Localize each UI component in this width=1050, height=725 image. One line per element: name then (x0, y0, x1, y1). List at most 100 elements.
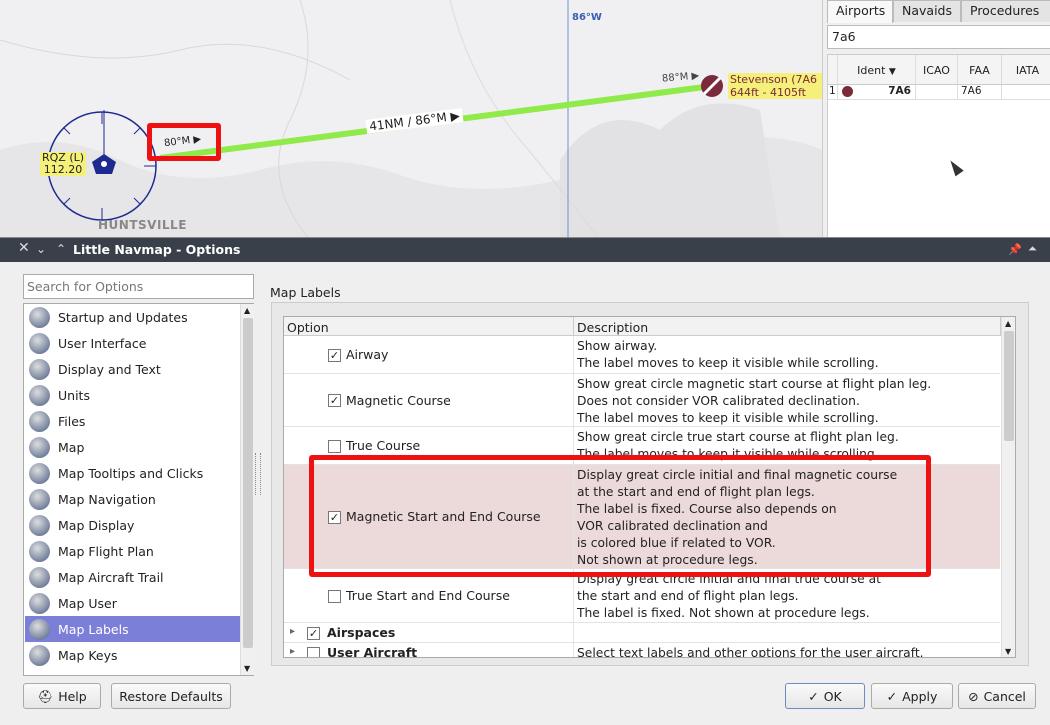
option-label: Magnetic Course (346, 392, 451, 408)
category-item-map[interactable]: Map (25, 434, 240, 460)
ok-button[interactable]: ✓ OK (785, 683, 865, 709)
option-row-airspaces[interactable]: ▸ ✓ Airspaces (284, 623, 1000, 643)
scroll-up-icon[interactable]: ▲ (244, 306, 250, 315)
splitter-handle[interactable] (255, 453, 261, 495)
cancel-button[interactable]: ⊘ Cancel (958, 683, 1036, 709)
search-panel: Airports Navaids Procedures 7a6 Ident ▼ … (822, 0, 1050, 244)
category-item-map-user[interactable]: Map User (25, 590, 240, 616)
option-row-user-aircraft[interactable]: ▸ User Aircraft Select text labels and oth… (284, 643, 1000, 658)
result-row-ident[interactable]: 7A6 (838, 85, 916, 100)
vor-label: RQZ (L) 112.20 (40, 152, 87, 176)
option-label: Airway (346, 347, 389, 362)
scroll-down-icon[interactable]: ▼ (244, 664, 250, 673)
minimize-icon[interactable]: ⌄ (36, 242, 46, 256)
option-description: Show great circle magnetic start course … (577, 377, 932, 425)
option-description: Select text labels and other options for… (577, 646, 924, 658)
option-checkbox[interactable]: ✓ (328, 394, 341, 407)
restore-defaults-button[interactable]: Restore Defaults (111, 683, 231, 709)
result-row-iata[interactable] (1002, 85, 1050, 100)
close-icon[interactable]: ✕ (18, 240, 30, 256)
option-description: Show airway. The label moves to keep it … (577, 339, 879, 370)
dialog-titlebar[interactable]: ✕ ⌄ ⌃ Little Navmap - Options 📌 ⏶ (0, 238, 1050, 262)
option-label: User Aircraft (327, 645, 418, 658)
options-search-input[interactable]: Search for Options (23, 274, 254, 299)
category-label: Map Keys (58, 648, 118, 663)
map-flight-plan-icon (29, 541, 50, 562)
cancel-icon: ⊘ (968, 689, 979, 704)
option-checkbox[interactable] (328, 589, 341, 603)
airport-label[interactable]: Stevenson (7A6 644ft - 4105ft (728, 73, 822, 99)
map-keys-icon (29, 645, 50, 666)
category-item-map-keys[interactable]: Map Keys (25, 642, 240, 668)
map-user-icon (29, 593, 50, 614)
map-navigation-icon (29, 489, 50, 510)
col-description-header[interactable]: Description (574, 317, 1001, 336)
highlight-box-option (309, 455, 931, 577)
scrollbar-thumb[interactable] (1004, 331, 1014, 441)
vor-frequency: 112.20 (43, 163, 83, 176)
category-item-map-labels[interactable]: Map Labels (25, 616, 240, 642)
category-item-map-flight-plan[interactable]: Map Flight Plan (25, 538, 240, 564)
section-title: Map Labels (270, 285, 341, 300)
col-icao-header[interactable]: ICAO (916, 55, 958, 85)
tab-airports[interactable]: Airports (827, 0, 893, 23)
option-checkbox[interactable]: ✓ (328, 348, 341, 362)
sort-down-icon: ▼ (888, 67, 896, 77)
category-item-map-aircraft-trail[interactable]: Map Aircraft Trail (25, 564, 240, 590)
display-and-text-icon (29, 359, 50, 380)
apply-button[interactable]: ✓ Apply (871, 683, 953, 709)
category-item-user-interface[interactable]: User Interface (25, 330, 240, 356)
row-number-header (828, 55, 838, 85)
col-option-header[interactable]: Option (284, 317, 574, 336)
option-row-airway[interactable]: ✓ Airway Show airway. The label moves to k… (284, 336, 1000, 374)
pin-icon[interactable]: 📌 (1008, 243, 1022, 256)
help-button[interactable]: ⛑ Help (23, 683, 101, 709)
category-item-map-tooltips-and-clicks[interactable]: Map Tooltips and Clicks (25, 460, 240, 486)
airport-search-input[interactable]: 7a6 (827, 25, 1050, 49)
col-iata-header[interactable]: IATA (1002, 55, 1050, 85)
category-item-map-navigation[interactable]: Map Navigation (25, 486, 240, 512)
tree-scrollbar[interactable]: ▲ ▼ (1001, 317, 1015, 657)
result-row-icao[interactable] (916, 85, 958, 100)
category-item-files[interactable]: Files (25, 408, 240, 434)
maximize-icon[interactable]: ⌃ (56, 242, 66, 256)
option-checkbox[interactable]: ✓ (307, 626, 320, 640)
airport-icon (842, 86, 853, 97)
check-icon: ✓ (808, 689, 819, 704)
option-row-true-start-and-end-course[interactable]: True Start and End Course Display great c… (284, 569, 1000, 623)
highlight-box-map (147, 123, 221, 161)
category-label: Map Tooltips and Clicks (58, 466, 204, 481)
option-checkbox[interactable] (307, 646, 320, 657)
category-label: User Interface (58, 336, 147, 351)
category-item-display-and-text[interactable]: Display and Text (25, 356, 240, 382)
option-label: Airspaces (327, 625, 396, 640)
map-tooltips-and-clicks-icon (29, 463, 50, 484)
tab-navaids[interactable]: Navaids (893, 0, 961, 22)
category-label: Map (58, 440, 85, 455)
col-faa-header[interactable]: FAA (958, 55, 1002, 85)
category-item-startup-and-updates[interactable]: Startup and Updates (25, 304, 240, 330)
result-row-faa[interactable]: 7A6 (958, 85, 1002, 100)
category-item-map-display[interactable]: Map Display (25, 512, 240, 538)
option-checkbox[interactable] (328, 439, 341, 453)
scrollbar-thumb[interactable] (243, 318, 253, 648)
map-aircraft-trail-icon (29, 567, 50, 588)
airport-elevation: 644ft - 4105ft (730, 86, 806, 99)
options-category-list[interactable]: Startup and Updates User Interface Display… (23, 303, 254, 676)
scroll-up-icon[interactable]: ▲ (1005, 319, 1011, 328)
option-row-magnetic-course[interactable]: ✓ Magnetic Course Show great circle magnet… (284, 374, 1000, 427)
map-view[interactable]: 86°W RQZ (L) 112.20 HUNTSVILLE 80°M ▶ 41… (0, 0, 822, 240)
airport-results-table[interactable]: Ident ▼ ICAO FAA IATA 1 7A6 7A6 (827, 54, 1050, 244)
col-ident-header[interactable]: Ident ▼ (838, 55, 916, 85)
category-item-units[interactable]: Units (25, 382, 240, 408)
road-line (0, 39, 351, 81)
category-list-scrollbar[interactable]: ▲ ▼ (240, 304, 254, 675)
category-label: Map Navigation (58, 492, 156, 507)
vor-center (101, 161, 107, 167)
scroll-down-icon[interactable]: ▼ (1005, 647, 1011, 656)
mouse-cursor-icon (946, 157, 964, 177)
keep-above-icon[interactable]: ⏶ (1028, 242, 1037, 256)
category-label: Display and Text (58, 362, 161, 377)
tab-procedures[interactable]: Procedures (961, 0, 1050, 22)
files-icon (29, 411, 50, 432)
